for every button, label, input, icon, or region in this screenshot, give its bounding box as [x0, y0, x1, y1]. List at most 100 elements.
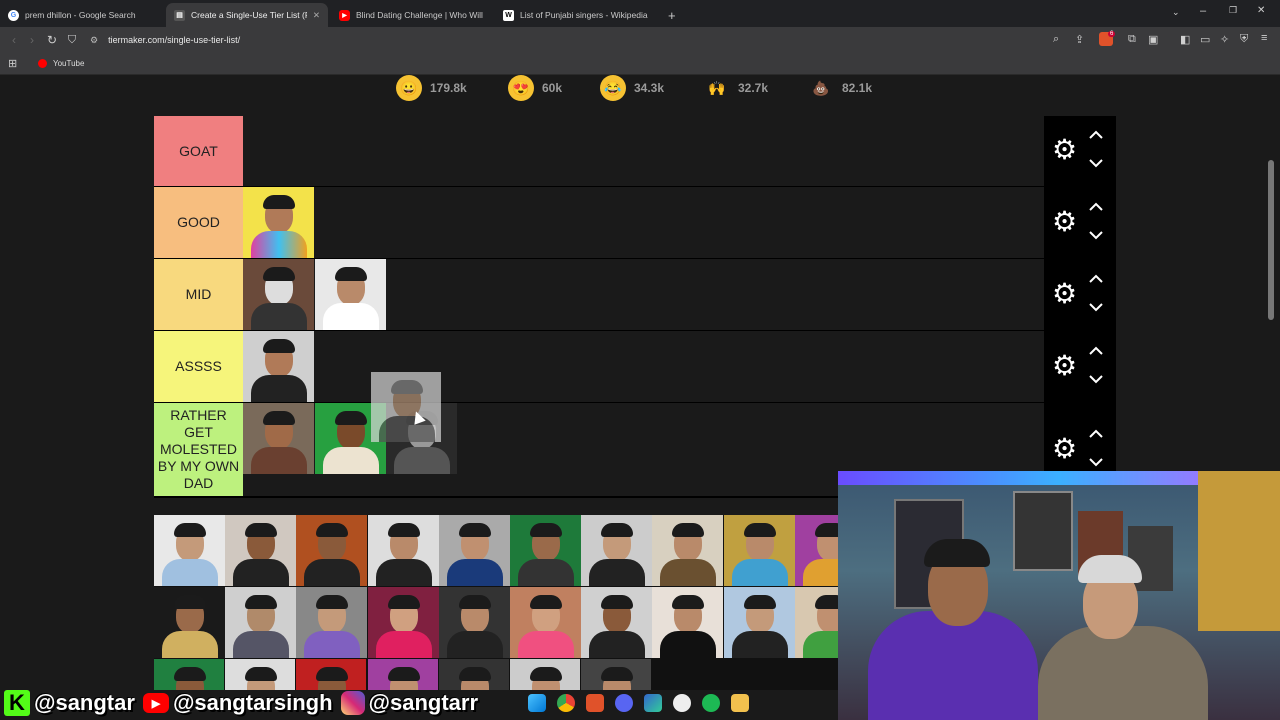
- windows-start-icon[interactable]: [528, 694, 546, 712]
- move-down-icon[interactable]: [1088, 457, 1104, 467]
- move-down-icon[interactable]: [1088, 302, 1104, 312]
- reaction-laugh[interactable]: 😂 34.3k: [600, 75, 664, 101]
- tab-google-search[interactable]: G prem dhillon - Google Search: [0, 3, 165, 27]
- tier-row[interactable]: GOOD ⚙: [154, 187, 1116, 259]
- singer-portrait[interactable]: [296, 587, 368, 658]
- webcam-overlay: [838, 471, 1280, 720]
- move-up-icon[interactable]: [1088, 202, 1104, 212]
- singer-portrait[interactable]: [723, 515, 795, 586]
- move-up-icon[interactable]: [1088, 274, 1104, 284]
- singer-portrait[interactable]: [154, 515, 225, 586]
- move-down-icon[interactable]: [1088, 230, 1104, 240]
- singer-portrait[interactable]: [652, 515, 724, 586]
- singer-portrait[interactable]: [225, 515, 297, 586]
- dragged-singer-portrait[interactable]: [371, 372, 441, 442]
- reaction-heart-eyes[interactable]: 😍 60k: [508, 75, 562, 101]
- singer-portrait[interactable]: [225, 659, 296, 690]
- singer-portrait[interactable]: [438, 587, 510, 658]
- gear-icon[interactable]: ⚙: [1052, 434, 1080, 463]
- reaction-poop[interactable]: 💩 82.1k: [808, 76, 872, 100]
- move-up-icon[interactable]: [1088, 130, 1104, 140]
- new-tab-button[interactable]: +: [660, 3, 680, 27]
- singer-portrait[interactable]: [581, 587, 653, 658]
- discord-icon[interactable]: [615, 694, 633, 712]
- wallet-icon[interactable]: ▣: [1148, 33, 1158, 46]
- singer-portrait[interactable]: [438, 515, 510, 586]
- address-bar[interactable]: ⚙ tiermaker.com/single-use-tier-list/: [90, 30, 1090, 50]
- tier-label[interactable]: RATHER GET MOLESTED BY MY OWN DAD: [154, 403, 243, 496]
- tab-search-icon[interactable]: ⌄: [1172, 7, 1180, 18]
- tier-label[interactable]: GOOD: [154, 187, 243, 258]
- gear-icon[interactable]: ⚙: [1052, 351, 1080, 380]
- singer-portrait[interactable]: [243, 187, 314, 258]
- singer-portrait[interactable]: [438, 659, 509, 690]
- singer-portrait[interactable]: [243, 403, 314, 474]
- brave-icon[interactable]: [586, 694, 604, 712]
- tab-youtube-video[interactable]: ▶ Blind Dating Challenge | Who Will Ki: [331, 3, 491, 27]
- share-icon[interactable]: ⇪: [1075, 33, 1084, 46]
- reading-list-icon[interactable]: ▭: [1200, 33, 1210, 46]
- extensions-icon[interactable]: ⧉: [1128, 33, 1136, 46]
- tier-label[interactable]: GOAT: [154, 116, 243, 186]
- singer-portrait[interactable]: [367, 515, 439, 586]
- bookmark-icon[interactable]: ⛉: [62, 34, 82, 47]
- minimize-icon[interactable]: –: [1200, 5, 1206, 17]
- menu-icon[interactable]: ≡: [1261, 32, 1267, 44]
- singer-portrait[interactable]: [367, 659, 438, 690]
- move-down-icon[interactable]: [1088, 374, 1104, 384]
- tier-row[interactable]: MID ⚙: [154, 259, 1116, 331]
- apps-grid-icon[interactable]: ⊞: [8, 57, 17, 70]
- close-tab-icon[interactable]: ✕: [307, 10, 320, 21]
- move-down-icon[interactable]: [1088, 158, 1104, 168]
- singer-portrait[interactable]: [581, 659, 652, 690]
- restore-icon[interactable]: ❐: [1229, 5, 1237, 16]
- singer-portrait[interactable]: [581, 515, 653, 586]
- reload-icon[interactable]: ↻: [42, 33, 62, 47]
- gear-icon[interactable]: ⚙: [1052, 207, 1080, 236]
- singer-portrait[interactable]: [510, 515, 581, 586]
- site-info-icon[interactable]: ⚙: [90, 35, 98, 46]
- tier-controls: ⚙: [1044, 331, 1116, 402]
- singer-portrait[interactable]: [367, 587, 439, 658]
- move-up-icon[interactable]: [1088, 346, 1104, 356]
- sidebar-icon[interactable]: ◧: [1180, 33, 1190, 46]
- tier-label[interactable]: ASSSS: [154, 331, 243, 402]
- tab-tiermaker[interactable]: ▤ Create a Single-Use Tier List (Pri ✕: [166, 3, 328, 27]
- leo-ai-icon[interactable]: ✧: [1220, 33, 1229, 46]
- singer-portrait[interactable]: [243, 331, 314, 402]
- singer-portrait[interactable]: [510, 587, 581, 658]
- tier-label[interactable]: MID: [154, 259, 243, 330]
- file-explorer-icon[interactable]: [731, 694, 749, 712]
- chrome-icon[interactable]: [557, 694, 575, 712]
- singer-portrait[interactable]: [296, 659, 367, 690]
- singer-portrait[interactable]: [723, 587, 795, 658]
- forward-icon[interactable]: ›: [22, 33, 42, 47]
- edge-icon[interactable]: [644, 694, 662, 712]
- spotify-icon[interactable]: [702, 694, 720, 712]
- close-window-icon[interactable]: ✕: [1257, 5, 1265, 16]
- tier-row[interactable]: ASSSS ⚙: [154, 331, 1116, 403]
- singer-portrait[interactable]: [154, 659, 224, 690]
- vpn-icon[interactable]: ⛨: [1240, 33, 1248, 46]
- singer-portrait[interactable]: [225, 587, 297, 658]
- gear-icon[interactable]: ⚙: [1052, 136, 1080, 164]
- tab-wikipedia[interactable]: W List of Punjabi singers - Wikipedia: [495, 3, 655, 27]
- page-scrollbar[interactable]: [1268, 160, 1274, 320]
- gear-icon[interactable]: ⚙: [1052, 279, 1080, 308]
- reaction-raised-hands[interactable]: 🙌 32.7k: [704, 76, 768, 100]
- tier-row[interactable]: GOAT ⚙: [154, 116, 1116, 187]
- zoom-icon[interactable]: ⌕: [1053, 33, 1059, 46]
- back-icon[interactable]: ‹: [4, 33, 24, 47]
- bookmark-youtube[interactable]: YouTube: [38, 59, 84, 68]
- obs-icon[interactable]: [673, 694, 691, 712]
- singer-portrait[interactable]: [243, 259, 314, 330]
- singer-portrait[interactable]: [154, 587, 225, 658]
- reaction-smile[interactable]: 😀 179.8k: [396, 75, 467, 101]
- move-up-icon[interactable]: [1088, 429, 1104, 439]
- singer-portrait[interactable]: [315, 259, 386, 330]
- singer-portrait[interactable]: [510, 659, 580, 690]
- singer-portrait[interactable]: [296, 515, 368, 586]
- singer-portrait[interactable]: [652, 587, 724, 658]
- youtube-icon: [38, 59, 47, 68]
- laugh-emoji-icon: 😂: [600, 75, 626, 101]
